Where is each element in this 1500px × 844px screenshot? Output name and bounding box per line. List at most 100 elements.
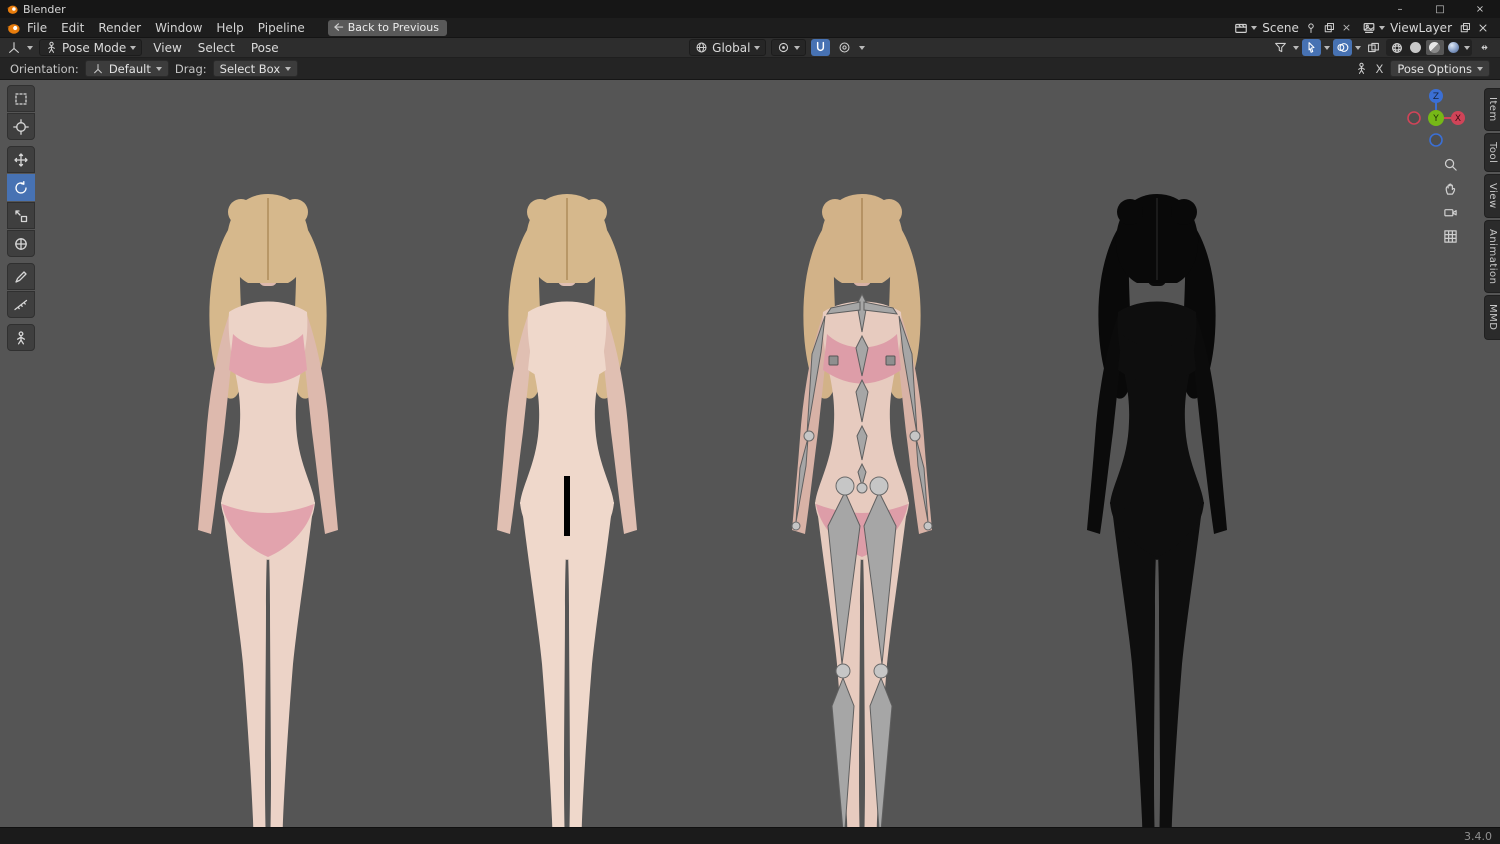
viewport-display-controls	[1271, 39, 1494, 56]
tool-measure[interactable]	[7, 291, 35, 318]
pose-options-caret	[1477, 66, 1483, 71]
blender-app-menu-icon[interactable]	[6, 21, 20, 35]
proportional-edit-toggle[interactable]	[835, 39, 854, 56]
camera-view-button[interactable]	[1440, 202, 1460, 222]
editor-type-icon[interactable]	[6, 40, 21, 55]
menu-render[interactable]: Render	[91, 20, 148, 36]
scene-layer-selectors: Scene × ViewLayer	[1231, 20, 1492, 35]
remove-viewlayer-icon[interactable]	[1475, 20, 1490, 35]
viewlayer-selector[interactable]: ViewLayer	[1359, 20, 1492, 35]
magnet-icon	[817, 41, 825, 52]
titlebar: Blender – □ ×	[0, 0, 1500, 18]
tool-select-box[interactable]	[7, 85, 35, 112]
skin-model[interactable]	[462, 186, 672, 827]
tab-item[interactable]: Item	[1484, 88, 1500, 131]
show-gizmos-toggle[interactable]	[1301, 39, 1321, 56]
top-menu-bar: File Edit Render Window Help Pipeline Ba…	[0, 18, 1500, 38]
toolbar	[7, 85, 35, 352]
shading-rendered-button[interactable]	[1445, 40, 1463, 55]
pivot-icon	[779, 42, 789, 53]
viewlayer-icon	[1361, 20, 1376, 35]
xray-toggle[interactable]	[1364, 39, 1383, 56]
axis-navigation-gizmo[interactable]: Z Y X	[1404, 86, 1468, 150]
pin-scene-icon[interactable]	[1304, 20, 1319, 35]
mode-selector[interactable]: Pose Mode	[39, 39, 143, 56]
tab-animation[interactable]: Animation	[1484, 219, 1500, 294]
drag-mode-caret	[285, 66, 292, 71]
unlink-scene-icon[interactable]: ×	[1340, 21, 1353, 34]
version-label: 3.4.0	[1464, 829, 1492, 843]
shading-material-button[interactable]	[1425, 40, 1444, 55]
tab-mmd[interactable]: MMD	[1484, 295, 1500, 340]
scene-selector[interactable]: Scene ×	[1231, 20, 1355, 35]
tool-annotate[interactable]	[7, 263, 35, 290]
zoom-button[interactable]	[1440, 154, 1460, 174]
x-mirror-label[interactable]: X	[1375, 62, 1383, 76]
rendered-sphere-icon	[1448, 42, 1460, 53]
menu-select[interactable]: Select	[193, 41, 240, 55]
menu-file[interactable]: File	[20, 20, 54, 36]
tool-move[interactable]	[7, 146, 35, 173]
minimize-button[interactable]: –	[1380, 0, 1420, 18]
menu-help[interactable]: Help	[209, 20, 250, 36]
new-scene-icon[interactable]	[1322, 20, 1337, 35]
menu-edit[interactable]: Edit	[54, 20, 91, 36]
xray-icon	[1368, 42, 1379, 53]
new-viewlayer-icon[interactable]	[1457, 20, 1472, 35]
armature-posed-model[interactable]	[757, 186, 967, 827]
mode-label: Pose Mode	[62, 40, 127, 55]
axis-x-label: X	[1455, 114, 1461, 124]
snap-toggle[interactable]	[811, 39, 831, 56]
tool-pose-breakdowner[interactable]	[7, 324, 35, 351]
menu-pose[interactable]: Pose	[246, 41, 284, 55]
censor-bar	[564, 476, 570, 536]
tab-view[interactable]: View	[1484, 174, 1500, 218]
object-filter-dropdown[interactable]	[1271, 39, 1290, 56]
tool-scale[interactable]	[7, 202, 35, 229]
pose-options-dropdown[interactable]: Pose Options	[1390, 60, 1490, 77]
drag-mode-value: Select Box	[219, 61, 281, 76]
scene-name[interactable]: Scene	[1260, 21, 1301, 35]
viewlayer-name[interactable]: ViewLayer	[1388, 21, 1454, 35]
axis-z-label: Z	[1433, 92, 1439, 102]
3d-viewport[interactable]: Z Y X Item Tool View Animation MMD	[0, 80, 1500, 827]
maximize-button[interactable]: □	[1420, 0, 1460, 18]
sidebar-tabs: Item Tool View Animation MMD	[1484, 88, 1500, 340]
pivot-point-dropdown[interactable]	[771, 39, 807, 56]
scene-icon	[1233, 20, 1248, 35]
toggle-grid-button[interactable]	[1440, 226, 1460, 246]
menu-pipeline[interactable]: Pipeline	[251, 20, 312, 36]
textured-model[interactable]	[163, 186, 373, 827]
transform-orientation-dropdown[interactable]: Global	[689, 39, 767, 56]
close-button[interactable]: ×	[1460, 0, 1500, 18]
tool-rotate[interactable]	[7, 174, 35, 201]
show-overlays-toggle[interactable]	[1332, 39, 1352, 56]
globe-icon	[696, 42, 707, 53]
armature-bones[interactable]	[791, 293, 933, 827]
pose-options-group: X Pose Options	[1355, 60, 1490, 77]
pan-button[interactable]	[1440, 178, 1460, 198]
menu-window[interactable]: Window	[148, 20, 209, 36]
tab-tool[interactable]: Tool	[1484, 132, 1500, 173]
transform-snap-controls: Global	[689, 39, 866, 56]
drag-mode-dropdown[interactable]: Select Box	[212, 60, 299, 77]
grid-icon	[1443, 229, 1457, 243]
wireframe-model[interactable]	[1052, 186, 1262, 827]
editor-type-caret	[27, 45, 33, 50]
shading-solid-button[interactable]	[1407, 40, 1425, 55]
back-to-previous-button[interactable]: Back to Previous	[327, 19, 447, 36]
status-bar: 3.4.0	[0, 827, 1500, 844]
axis-negative-z-dot[interactable]	[1429, 133, 1443, 147]
tool-transform[interactable]	[7, 230, 35, 257]
axis-y-label: Y	[1432, 114, 1439, 124]
x-mirror-icon[interactable]	[1355, 62, 1368, 75]
pivot-caret	[794, 45, 801, 50]
orientation-default-dropdown[interactable]: Default	[84, 60, 169, 77]
toggle-maximize-area[interactable]	[1475, 39, 1494, 56]
shading-wireframe-button[interactable]	[1388, 40, 1406, 55]
overlays-icon	[1337, 43, 1349, 52]
tool-cursor[interactable]	[7, 113, 35, 140]
viewport-header: Pose Mode View Select Pose Global	[0, 38, 1500, 58]
menu-view[interactable]: View	[148, 41, 186, 55]
axis-negative-x-dot[interactable]	[1407, 111, 1421, 125]
